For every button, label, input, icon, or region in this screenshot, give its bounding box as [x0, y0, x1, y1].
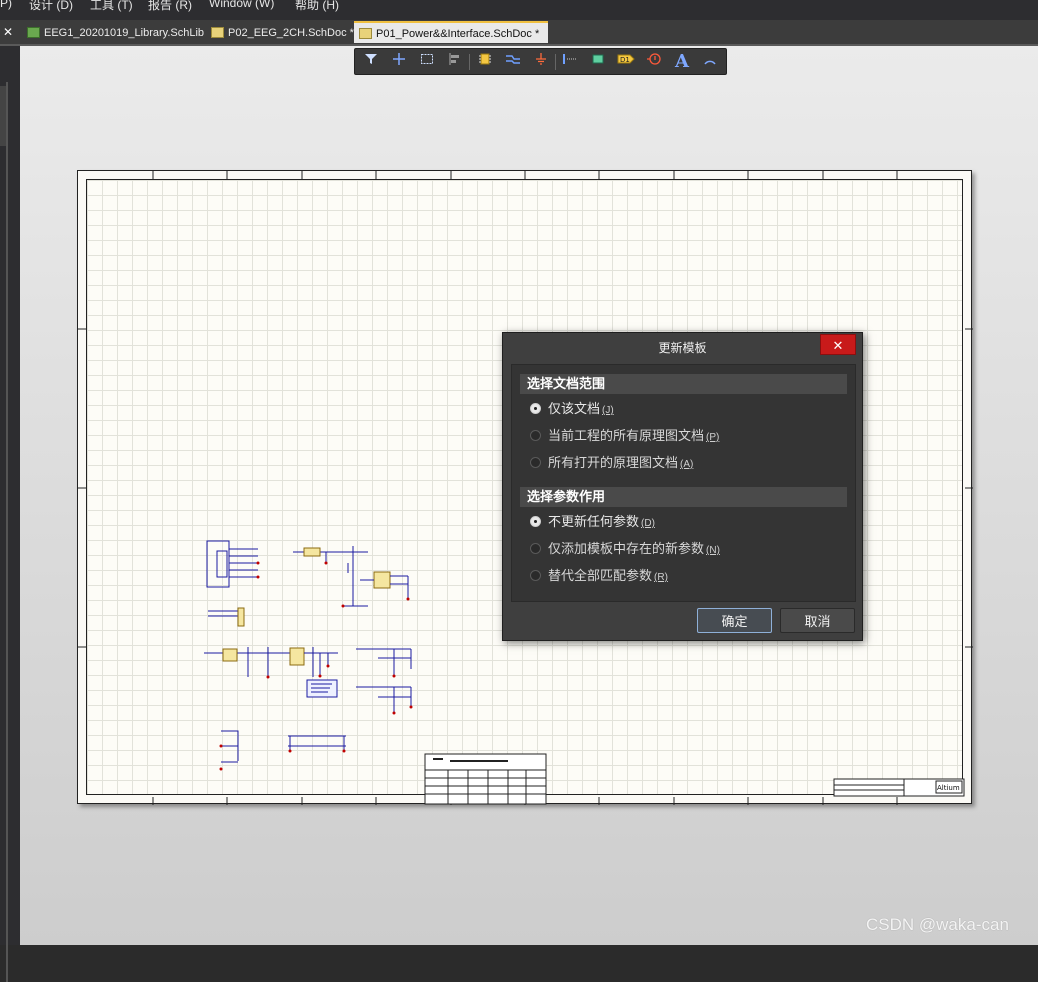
menu-item-reports[interactable]: 报告 (R): [148, 0, 192, 13]
accelerator-key: (J): [602, 405, 614, 416]
radio-unchecked-icon: [530, 570, 541, 581]
watermark-text: CSDN @waka-can: [866, 915, 1009, 934]
harness-icon[interactable]: [588, 52, 608, 72]
accelerator-key: (N): [706, 545, 720, 556]
port-icon[interactable]: D1: [616, 52, 636, 72]
radio-label: 仅该文档: [548, 401, 601, 416]
radio-label: 不更新任何参数: [548, 514, 640, 529]
cancel-button[interactable]: 取消: [780, 608, 855, 633]
radio-label: 仅添加模板中存在的新参数: [548, 541, 705, 556]
radio-add-new-parameters-only[interactable]: 仅添加模板中存在的新参数 (N): [530, 540, 720, 558]
cross-icon[interactable]: [389, 52, 409, 72]
document-tab-bar: ✕ EEG1_20201019_Library.SchLib P02_EEG_2…: [0, 20, 1038, 46]
tab-p02[interactable]: P02_EEG_2CH.SchDoc *: [206, 22, 354, 44]
regulator-top: [293, 546, 409, 607]
radio-unchecked-icon: [530, 543, 541, 554]
component-icon[interactable]: [475, 52, 495, 72]
ok-button[interactable]: 确定: [697, 608, 772, 633]
radio-this-document[interactable]: 仅该文档 (J): [530, 400, 614, 418]
close-icon[interactable]: ✕: [0, 20, 16, 44]
text-icon[interactable]: A: [672, 52, 692, 72]
schdoc-icon: [211, 27, 224, 38]
dialog-title: 更新模板: [658, 341, 707, 355]
accelerator-key: (D): [641, 518, 655, 529]
accelerator-key: (P): [706, 432, 720, 443]
left-panel-strip: [0, 46, 20, 982]
radio-do-not-update-parameters[interactable]: 不更新任何参数 (D): [530, 513, 655, 531]
menu-bar: P) 设计 (D) 工具 (T) 报告 (R) Window (W) 帮助 (H…: [0, 0, 1038, 20]
filter-network: [356, 648, 412, 713]
menu-item-design[interactable]: 设计 (D): [29, 0, 73, 13]
close-icon[interactable]: ✕: [820, 334, 856, 355]
active-bar-toolbar: D1 A: [354, 48, 727, 75]
filter-icon[interactable]: [361, 52, 381, 72]
align-icon[interactable]: [445, 52, 465, 72]
usb-connector-symbol: [206, 540, 258, 588]
bus-icon[interactable]: [560, 52, 580, 72]
probe-icon[interactable]: [644, 52, 664, 72]
altium-logo-text: Altium: [937, 784, 960, 792]
schdoc-icon: [359, 28, 372, 39]
tab-label: P02_EEG_2CH.SchDoc *: [228, 27, 354, 39]
group-header-parameter-action: 选择参数作用: [520, 487, 847, 507]
tab-label: EEG1_20201019_Library.SchLib: [44, 27, 205, 39]
toolbar-separator: [469, 54, 470, 70]
port-glyph: D1: [620, 56, 630, 64]
menu-item-window[interactable]: Window (W): [209, 0, 274, 10]
menu-item-project[interactable]: P): [0, 0, 12, 10]
toolbar-separator: [555, 54, 556, 70]
menu-item-help[interactable]: 帮助 (H): [295, 0, 339, 13]
radio-all-project-schematics[interactable]: 当前工程的所有原理图文档 (P): [530, 427, 719, 445]
radio-replace-all-matching[interactable]: 替代全部匹配参数 (R): [530, 567, 668, 585]
tab-label: P01_Power&&Interface.SchDoc *: [376, 28, 540, 40]
ground-icon[interactable]: [531, 52, 551, 72]
radio-unchecked-icon: [530, 430, 541, 441]
radio-unchecked-icon: [530, 457, 541, 468]
tab-p01-active[interactable]: P01_Power&&Interface.SchDoc *: [354, 21, 548, 43]
arc-icon[interactable]: [700, 52, 720, 72]
dialog-body: 选择文档范围 仅该文档 (J) 当前工程的所有原理图文档 (P) 所有打开的原理图文…: [511, 364, 856, 602]
radio-checked-icon: [530, 403, 541, 414]
tab-schlib[interactable]: EEG1_20201019_Library.SchLib: [22, 22, 204, 44]
radio-checked-icon: [530, 516, 541, 527]
update-template-dialog: 更新模板 ✕ 选择文档范围 仅该文档 (J) 当前工程的所有原理图文档 (P) 所有…: [502, 332, 863, 641]
radio-label: 替代全部匹配参数: [548, 568, 653, 583]
radio-label: 当前工程的所有原理图文档: [548, 428, 705, 443]
schlib-icon: [27, 27, 40, 38]
radio-all-open-schematics[interactable]: 所有打开的原理图文档 (A): [530, 454, 693, 472]
group-header-document-scope: 选择文档范围: [520, 374, 847, 394]
accelerator-key: (A): [680, 459, 694, 470]
radio-label: 所有打开的原理图文档: [548, 455, 679, 470]
wire-icon[interactable]: [503, 52, 523, 72]
menu-item-tools[interactable]: 工具 (T): [90, 0, 133, 13]
panel-divider: [6, 82, 8, 982]
regulator-middle: [204, 647, 338, 677]
select-rect-icon[interactable]: [417, 52, 437, 72]
accelerator-key: (R): [654, 572, 668, 583]
